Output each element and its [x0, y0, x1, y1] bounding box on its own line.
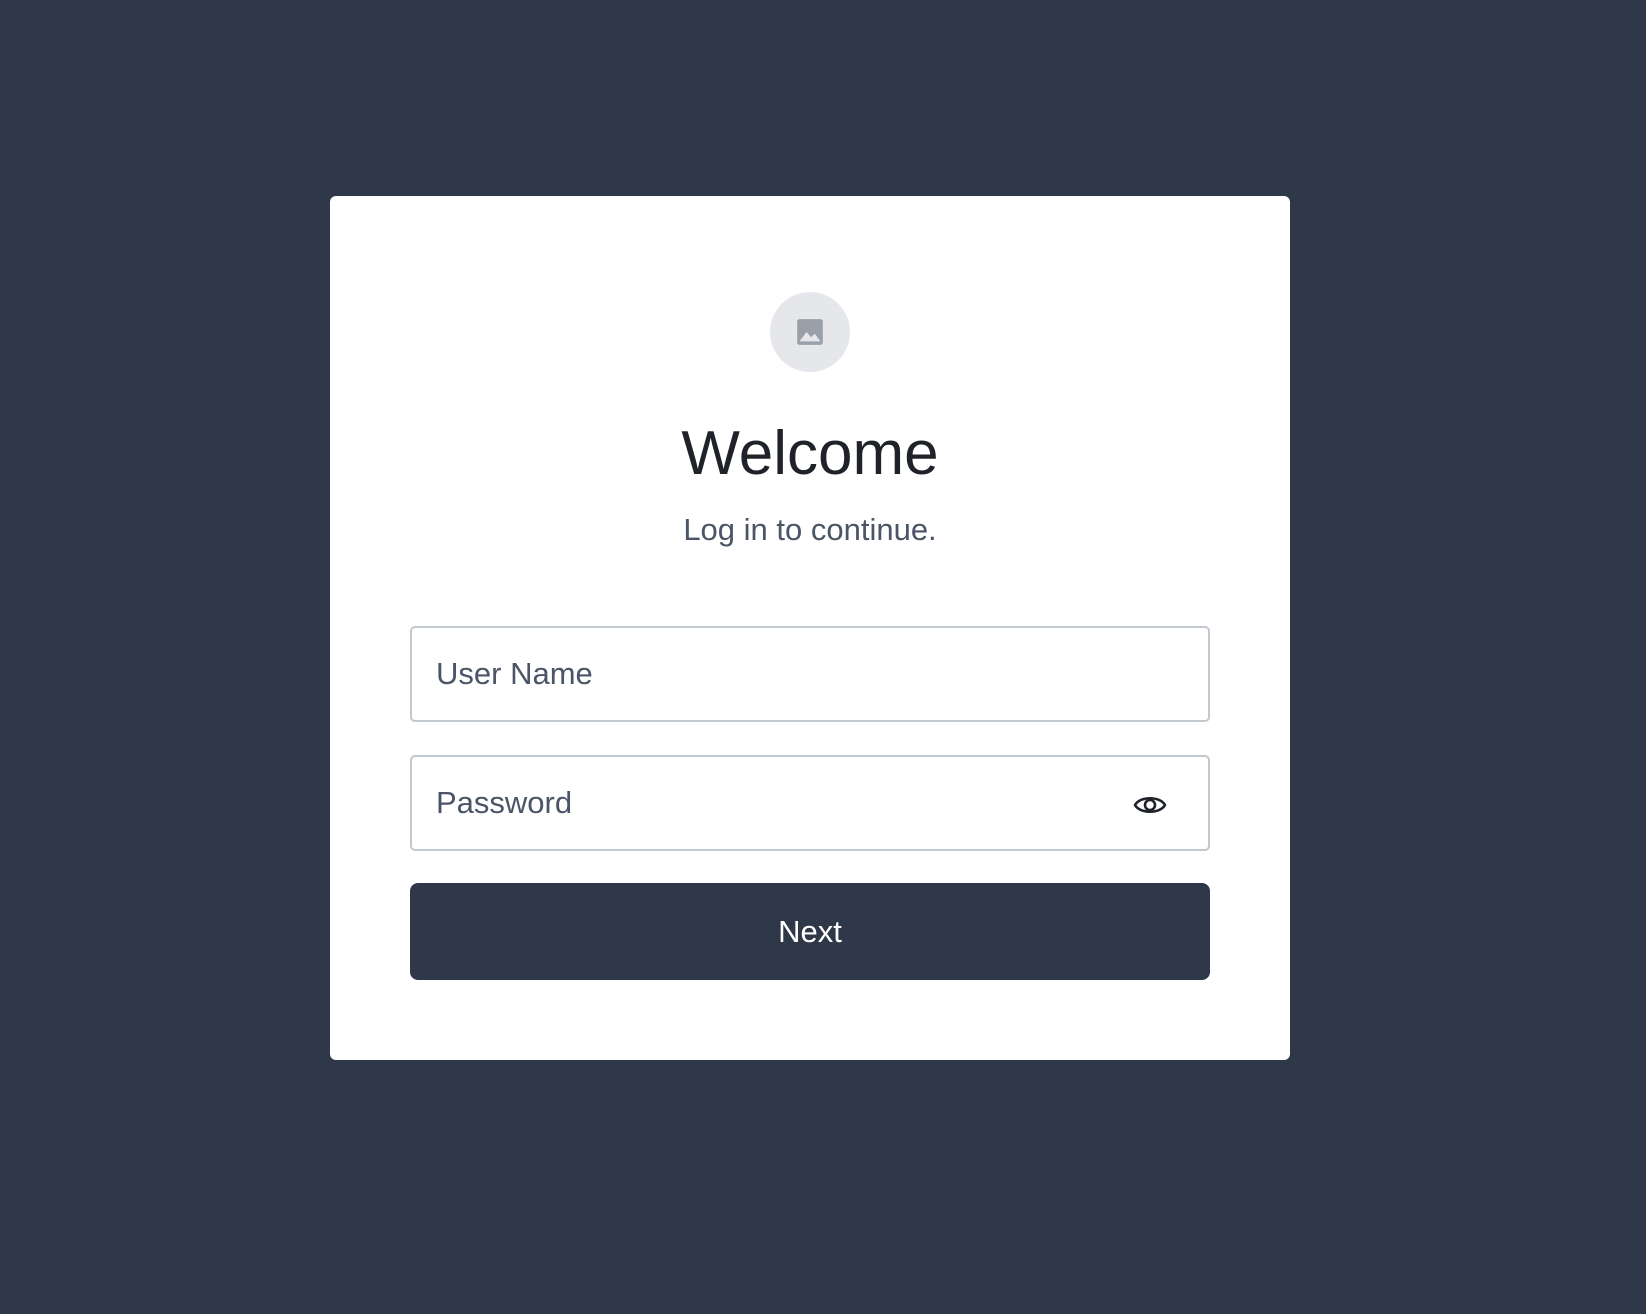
- password-field: [410, 755, 1210, 851]
- next-button[interactable]: Next: [410, 883, 1210, 980]
- login-card: Welcome Log in to continue. Next: [330, 196, 1290, 1060]
- logo-avatar: [770, 292, 850, 372]
- password-input[interactable]: [412, 757, 1208, 849]
- eye-icon[interactable]: [1132, 787, 1168, 823]
- image-placeholder-icon: [797, 319, 823, 345]
- username-field: [410, 626, 1210, 722]
- page-title: Welcome: [681, 419, 939, 488]
- username-input[interactable]: [412, 628, 1208, 720]
- page-subtitle: Log in to continue.: [683, 512, 937, 547]
